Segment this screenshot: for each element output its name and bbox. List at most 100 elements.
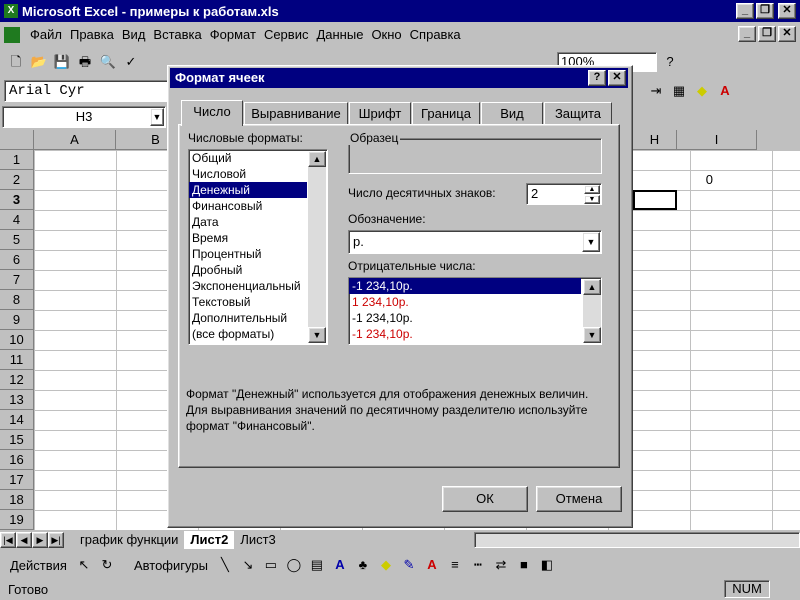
menu-format[interactable]: Формат [206,25,260,45]
textbox-icon[interactable]: ▤ [307,555,327,575]
actions-menu[interactable]: Действия [6,558,71,573]
menu-edit[interactable]: Правка [66,25,118,45]
format-item[interactable]: Дополнительный [189,310,327,326]
preview-icon[interactable]: 🔍 [98,52,118,72]
sheet-tab[interactable]: Лист3 [234,531,281,549]
tab-patterns[interactable]: Вид [481,102,543,126]
doc-restore-button[interactable]: ❐ [758,26,776,42]
format-item[interactable]: Время [189,230,327,246]
format-item[interactable]: Общий [189,150,327,166]
column-header-i[interactable]: I [677,130,757,150]
wordart-icon[interactable]: A [330,555,350,575]
font-color-icon[interactable]: A [715,81,735,101]
negative-list[interactable]: -1 234,10р. 1 234,10р. -1 234,10р. -1 23… [348,277,602,345]
indent-icon[interactable]: ⇥ [646,81,666,101]
row-header[interactable]: 3 [0,190,34,210]
symbol-select[interactable]: р. [348,230,602,254]
borders-icon[interactable]: ▦ [669,81,689,101]
close-button[interactable]: ✕ [778,3,796,19]
tab-protection[interactable]: Защита [544,102,612,126]
format-item[interactable]: Дробный [189,262,327,278]
scroll-down-icon[interactable]: ▼ [308,327,326,343]
row-header[interactable]: 13 [0,390,34,410]
menu-view[interactable]: Вид [118,25,150,45]
formats-list[interactable]: Общий Числовой Денежный Финансовый Дата … [188,149,328,345]
menu-file[interactable]: Файл [26,25,66,45]
row-header[interactable]: 12 [0,370,34,390]
select-pointer-icon[interactable]: ↖ [74,555,94,575]
format-item[interactable]: Дата [189,214,327,230]
row-header[interactable]: 18 [0,490,34,510]
row-header[interactable]: 8 [0,290,34,310]
dash-style-icon[interactable]: ┅ [468,555,488,575]
menu-window[interactable]: Окно [367,25,405,45]
negative-item-selected[interactable]: -1 234,10р. [349,278,581,294]
fill-color-icon[interactable]: ◆ [692,81,712,101]
format-item[interactable]: Финансовый [189,198,327,214]
row-header[interactable]: 9 [0,310,34,330]
tab-border[interactable]: Граница [412,102,480,126]
negative-item[interactable]: -1 234,10р. [349,326,601,342]
sheet-tab-active[interactable]: Лист2 [184,531,235,549]
oval-icon[interactable]: ◯ [284,555,304,575]
doc-minimize-button[interactable]: _ [738,26,756,42]
arrow-icon[interactable]: ↘ [238,555,258,575]
scroll-down-icon[interactable]: ▼ [583,327,601,343]
row-header[interactable]: 10 [0,330,34,350]
row-header[interactable]: 16 [0,450,34,470]
last-sheet-icon[interactable]: ▶| [48,532,64,548]
menu-tools[interactable]: Сервис [260,25,313,45]
negative-item[interactable]: -1 234,10р. [349,310,601,326]
menu-insert[interactable]: Вставка [149,25,205,45]
negative-scrollbar[interactable]: ▲ ▼ [583,279,601,343]
ok-button[interactable]: ОК [442,486,528,512]
scroll-up-icon[interactable]: ▲ [308,151,326,167]
cancel-button[interactable]: Отмена [536,486,622,512]
scroll-up-icon[interactable]: ▲ [583,279,601,295]
line-style-icon[interactable]: ≡ [445,555,465,575]
menu-help[interactable]: Справка [406,25,465,45]
menu-data[interactable]: Данные [312,25,367,45]
line-color-icon[interactable]: ✎ [399,555,419,575]
save-icon[interactable]: 💾 [52,52,72,72]
new-icon[interactable]: 🗋 [6,52,26,72]
rotate-icon[interactable]: ↻ [97,555,117,575]
print-icon[interactable]: 🖶 [75,52,95,72]
name-box-dropdown-icon[interactable]: ▼ [150,108,164,126]
format-item[interactable]: Числовой [189,166,327,182]
format-item[interactable]: Экспоненциальный [189,278,327,294]
open-icon[interactable]: 📂 [29,52,49,72]
doc-close-button[interactable]: ✕ [778,26,796,42]
arrow-style-icon[interactable]: ⇄ [491,555,511,575]
row-header[interactable]: 14 [0,410,34,430]
spelling-icon[interactable]: ✓ [121,52,141,72]
row-header[interactable]: 6 [0,250,34,270]
row-header[interactable]: 15 [0,430,34,450]
name-box[interactable]: H3 [2,106,166,128]
row-header[interactable]: 4 [0,210,34,230]
spin-up-icon[interactable]: ▲ [584,185,600,194]
line-icon[interactable]: ╲ [215,555,235,575]
3d-icon[interactable]: ◧ [537,555,557,575]
tab-alignment[interactable]: Выравнивание [244,102,348,126]
select-all-corner[interactable] [0,130,34,150]
column-header-h[interactable]: H [633,130,677,150]
active-cell-h3[interactable] [633,190,677,210]
dialog-close-button[interactable]: ✕ [608,70,626,86]
font-name-box[interactable]: Arial Cyr [4,80,170,102]
symbol-dropdown-icon[interactable]: ▼ [582,232,600,252]
column-header-a[interactable]: A [34,130,116,150]
next-sheet-icon[interactable]: ▶ [32,532,48,548]
help-icon[interactable]: ? [660,52,680,72]
rectangle-icon[interactable]: ▭ [261,555,281,575]
negative-item[interactable]: 1 234,10р. [349,294,601,310]
row-header[interactable]: 17 [0,470,34,490]
format-item[interactable]: Процентный [189,246,327,262]
restore-button[interactable]: ❐ [756,3,774,19]
row-header[interactable]: 1 [0,150,34,170]
prev-sheet-icon[interactable]: ◀ [16,532,32,548]
shadow-icon[interactable]: ■ [514,555,534,575]
row-header[interactable]: 2 [0,170,34,190]
tab-font[interactable]: Шрифт [349,102,411,126]
first-sheet-icon[interactable]: |◀ [0,532,16,548]
